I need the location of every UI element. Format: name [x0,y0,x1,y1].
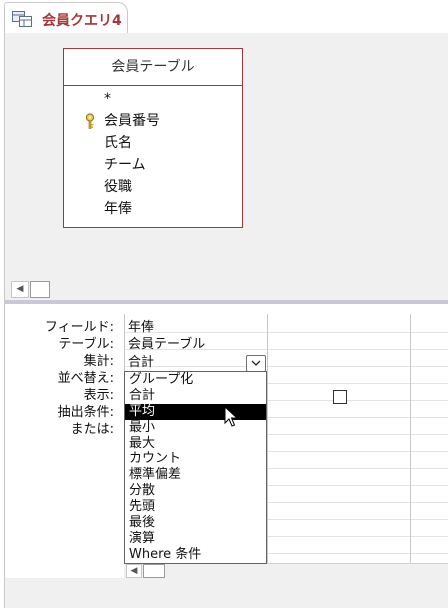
grid-bottom-area [4,578,448,608]
dropdown-option[interactable]: 演算 [125,531,266,547]
row-label-sort: 並べ替え: [57,371,114,386]
row-label-show: 表示: [83,388,114,403]
scroll-left-arrow-icon[interactable]: ◀ [11,281,29,298]
total-cell[interactable]: 合計 [128,354,154,371]
scroll-left-arrow-icon[interactable]: ◀ [126,564,142,578]
dropdown-option[interactable]: 最大 [125,436,266,452]
field-list: * 会員番号 氏名 チーム 役職 年俸 [64,86,242,220]
row-label-criteria: 抽出条件: [57,405,114,420]
field-item[interactable]: 氏名 [64,132,242,154]
row-label-table: テーブル: [58,337,114,352]
scroll-thumb[interactable] [30,281,50,298]
design-horizontal-scrollbar[interactable]: ◀ [4,278,448,300]
dropdown-option[interactable]: Where 条件 [125,547,266,563]
total-dropdown-button[interactable] [246,355,266,372]
field-label: 年俸 [104,201,132,217]
field-label: 役職 [104,179,132,195]
dropdown-option[interactable]: 最小 [125,420,266,436]
grid-horizontal-scrollbar[interactable]: ◀ [124,563,448,578]
dropdown-option[interactable]: グループ化 [125,372,266,388]
dropdown-option[interactable]: 先頭 [125,499,266,515]
field-item[interactable]: 役職 [64,176,242,198]
field-label: チーム [104,157,146,173]
grid-column-2[interactable] [267,314,410,568]
dropdown-option-highlighted[interactable]: 平均 [125,403,266,420]
dropdown-option[interactable]: カウント [125,451,266,467]
tab-title: 会員クエリ4 [42,13,122,29]
table-title[interactable]: 会員テーブル [64,49,242,86]
field-cell[interactable]: 年俸 [128,319,154,336]
dropdown-option[interactable]: 最後 [125,515,266,531]
field-item[interactable]: チーム [64,154,242,176]
field-label: 会員番号 [104,113,160,129]
query-icon [12,11,32,27]
primary-key-icon [85,113,95,129]
field-item[interactable]: * [64,88,242,110]
field-label: 氏名 [104,135,132,151]
table-field-list[interactable]: 会員テーブル * 会員番号 氏名 チーム 役職 年俸 [63,48,243,228]
scroll-thumb[interactable] [143,564,165,578]
row-label-or: または: [70,422,114,437]
total-dropdown-list[interactable]: グループ化 合計 平均 最小 最大 カウント 標準偏差 分散 先頭 最後 演算 … [124,371,267,564]
field-label: * [104,91,111,107]
show-checkbox[interactable] [333,390,347,404]
document-tab-strip: 会員クエリ4 [0,0,448,34]
dropdown-option[interactable]: 分散 [125,483,266,499]
field-item[interactable]: 年俸 [64,198,242,220]
table-cell[interactable]: 会員テーブル [128,336,205,353]
field-item-primary-key[interactable]: 会員番号 [64,110,242,132]
dropdown-option[interactable]: 標準偏差 [125,467,266,483]
row-label-field: フィールド: [44,320,114,335]
grid-column-3[interactable] [410,314,448,568]
row-label-total: 集計: [83,354,114,369]
chevron-down-icon [251,360,261,366]
query-tab[interactable]: 会員クエリ4 [4,2,128,34]
mouse-pointer-icon [224,406,239,427]
dropdown-option[interactable]: 合計 [125,388,266,404]
